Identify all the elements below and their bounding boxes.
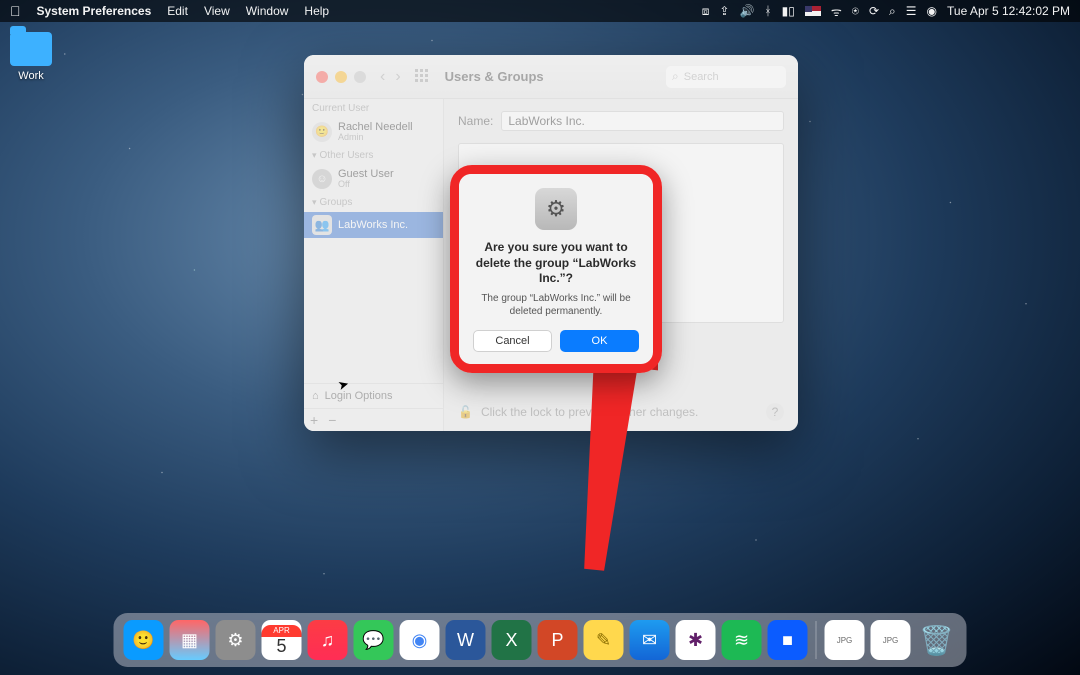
avatar-icon: 🙂 — [312, 122, 332, 142]
add-remove-bar: + − — [304, 408, 443, 431]
dock-app-launchpad[interactable]: ▦ — [170, 620, 210, 660]
dock-app-music[interactable]: ♫ — [308, 620, 348, 660]
name-label: Name: — [458, 114, 493, 128]
user-role: Admin — [338, 133, 413, 143]
window-title: Users & Groups — [445, 69, 544, 84]
dock-app-messages[interactable]: 💬 — [354, 620, 394, 660]
avatar-icon: ☺ — [312, 169, 332, 189]
folder-label: Work — [10, 70, 52, 82]
wifi-icon[interactable]: ᯤ — [831, 3, 842, 20]
user-icon[interactable]: ⍟ — [852, 4, 859, 19]
dock-app-slack[interactable]: ✱ — [676, 620, 716, 660]
apple-menu[interactable]:  — [10, 4, 21, 18]
group-name-field[interactable] — [501, 111, 784, 131]
cancel-button[interactable]: Cancel — [473, 330, 552, 352]
section-groups[interactable]: ▾Groups — [304, 193, 443, 212]
user-role: Off — [338, 180, 394, 190]
help-button[interactable]: ? — [766, 403, 784, 421]
close-button[interactable] — [316, 71, 328, 83]
highlight-frame: ⚙︎ Are you sure you want to delete the g… — [450, 165, 662, 373]
dock-app-calendar[interactable]: APR 5 — [262, 620, 302, 660]
dock-file-jpg-2[interactable]: JPG — [871, 620, 911, 660]
sync-icon[interactable]: ⟳ — [869, 4, 879, 18]
dock: 🙂 ▦ ⚙︎ APR 5 ♫ 💬 ◉ W X P ✎ ✉︎ ✱ ≋ ■ JPG … — [114, 613, 967, 667]
input-flag-icon[interactable] — [805, 6, 821, 16]
folder-icon — [10, 32, 52, 66]
dock-app-mail[interactable]: ✉︎ — [630, 620, 670, 660]
dock-app-word[interactable]: W — [446, 620, 486, 660]
confirm-delete-dialog: ⚙︎ Are you sure you want to delete the g… — [459, 174, 653, 364]
siri-icon[interactable]: ◉ — [927, 4, 937, 18]
dock-app-notes[interactable]: ✎ — [584, 620, 624, 660]
lock-icon[interactable]: 🔓 — [458, 405, 473, 419]
menubar:  System Preferences Edit View Window He… — [0, 0, 1080, 22]
window-toolbar: ‹ › Users & Groups ⌕ Search — [304, 55, 798, 99]
dropbox-icon[interactable]: ⧈ — [702, 4, 710, 19]
traffic-lights — [316, 71, 366, 83]
menubar-clock[interactable]: Tue Apr 5 12:42:02 PM — [947, 4, 1070, 18]
login-options[interactable]: ⌂ Login Options — [304, 383, 443, 408]
nav-buttons: ‹ › — [376, 66, 405, 88]
status-icons: ⧈ ⇪ 🔊 ᚼ ▮▯ ᯤ ⍟ ⟳ ⌕ ☰ ◉ Tue Apr 5 12:42:0… — [702, 3, 1070, 20]
menu-view[interactable]: View — [204, 4, 230, 18]
back-button[interactable]: ‹ — [376, 66, 389, 88]
app-menu[interactable]: System Preferences — [37, 4, 152, 18]
dock-app-chrome[interactable]: ◉ — [400, 620, 440, 660]
show-all-button[interactable] — [415, 69, 431, 85]
sidebar-group-labworks[interactable]: 👥 LabWorks Inc. — [304, 212, 443, 238]
desktop-folder-work[interactable]: Work — [10, 32, 52, 82]
dock-file-jpg-1[interactable]: JPG — [825, 620, 865, 660]
sidebar-user-current[interactable]: 🙂 Rachel Needell Admin — [304, 118, 443, 146]
menu-edit[interactable]: Edit — [167, 4, 188, 18]
login-options-label: Login Options — [325, 390, 393, 402]
gear-icon: ⚙︎ — [535, 188, 577, 230]
search-placeholder: Search — [684, 71, 719, 83]
dock-separator — [816, 621, 817, 659]
add-button[interactable]: + — [310, 412, 318, 428]
users-sidebar: Current User 🙂 Rachel Needell Admin ▾Oth… — [304, 99, 444, 431]
ok-button[interactable]: OK — [560, 330, 639, 352]
dock-app-powerpoint[interactable]: P — [538, 620, 578, 660]
menu-window[interactable]: Window — [246, 4, 289, 18]
dialog-message: The group “LabWorks Inc.” will be delete… — [473, 292, 639, 318]
section-current-user: Current User — [304, 99, 443, 118]
house-icon: ⌂ — [312, 390, 319, 402]
zoom-button[interactable] — [354, 71, 366, 83]
forward-button[interactable]: › — [391, 66, 404, 88]
dock-app-excel[interactable]: X — [492, 620, 532, 660]
section-other-users[interactable]: ▾Other Users — [304, 146, 443, 165]
bluetooth-icon[interactable]: ᚼ — [764, 4, 771, 18]
dock-app-spotify[interactable]: ≋ — [722, 620, 762, 660]
dock-trash[interactable]: 🗑️ — [917, 620, 957, 660]
remove-button[interactable]: − — [328, 412, 336, 428]
dialog-title: Are you sure you want to delete the grou… — [473, 240, 639, 287]
volume-icon[interactable]: 🔊 — [739, 4, 754, 18]
sidebar-user-guest[interactable]: ☺ Guest User Off — [304, 165, 443, 193]
dock-app-zoom[interactable]: ■ — [768, 620, 808, 660]
minimize-button[interactable] — [335, 71, 347, 83]
menu-help[interactable]: Help — [304, 4, 329, 18]
chevron-down-icon: ▾ — [312, 150, 317, 160]
group-icon: 👥 — [312, 215, 332, 235]
package-icon[interactable]: ⇪ — [719, 4, 729, 18]
search-field[interactable]: ⌕ Search — [666, 66, 786, 88]
dock-app-system-preferences[interactable]: ⚙︎ — [216, 620, 256, 660]
spotlight-icon[interactable]: ⌕ — [889, 4, 896, 19]
chevron-down-icon: ▾ — [312, 197, 317, 207]
search-icon: ⌕ — [672, 69, 679, 84]
battery-icon[interactable]: ▮▯ — [782, 4, 795, 18]
dock-app-finder[interactable]: 🙂 — [124, 620, 164, 660]
lock-row: 🔓 Click the lock to prevent further chan… — [458, 403, 784, 421]
group-name: LabWorks Inc. — [338, 219, 408, 231]
calendar-day: 5 — [276, 637, 286, 655]
lock-text: Click the lock to prevent further change… — [481, 405, 698, 419]
control-center-icon[interactable]: ☰ — [906, 4, 917, 18]
